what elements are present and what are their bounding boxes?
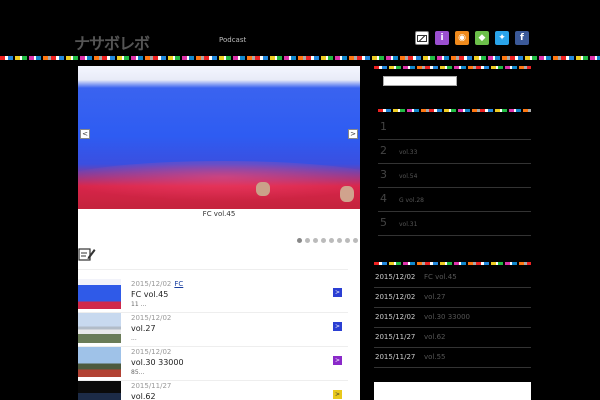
slide-hand-right xyxy=(340,186,354,202)
ranking-item[interactable]: 5 vol.31 xyxy=(378,212,531,236)
sidebar-widget-box xyxy=(374,382,531,400)
slider-next-button[interactable]: > xyxy=(348,129,358,139)
ranking-title[interactable]: vol.54 xyxy=(399,173,417,180)
slider-dot[interactable] xyxy=(329,238,334,243)
pencil-icon xyxy=(78,248,96,261)
rss-icon[interactable]: ◉ xyxy=(455,31,469,45)
site-logo[interactable]: ナサボレボ xyxy=(74,30,150,54)
post-read-more-button[interactable]: > xyxy=(333,390,342,399)
slide-hand-left xyxy=(256,182,270,196)
recent-post-title[interactable]: vol.55 xyxy=(424,353,446,361)
post-date: 2015/12/02 xyxy=(131,348,172,356)
recent-post-title[interactable]: vol.27 xyxy=(424,293,446,301)
post-item[interactable]: 2015/12/02 vol.30 33000 85... > xyxy=(78,347,348,381)
ranking-title[interactable]: vol.33 xyxy=(399,149,417,156)
recent-post-item[interactable]: 2015/12/02 vol.30 33000 xyxy=(374,308,531,328)
post-category-link[interactable]: FC xyxy=(174,280,183,288)
slider-prev-button[interactable]: < xyxy=(80,129,90,139)
recent-stripe xyxy=(374,262,531,265)
post-date: 2015/11/27 xyxy=(131,382,172,390)
ranking-number: 4 xyxy=(380,192,387,205)
ranking-title[interactable]: vol.31 xyxy=(399,221,417,228)
recent-post-item[interactable]: 2015/12/02 FC vol.45 xyxy=(374,268,531,288)
post-read-more-button[interactable]: > xyxy=(333,356,342,365)
post-thumbnail[interactable] xyxy=(78,313,121,343)
slider-dots xyxy=(297,238,358,243)
ranking-item[interactable]: 2 vol.33 xyxy=(378,140,531,164)
ranking-title[interactable]: G vol.28 xyxy=(399,197,424,204)
slide-caption[interactable]: FC vol.45 xyxy=(78,210,360,218)
recent-post-date: 2015/11/27 xyxy=(375,333,416,341)
slide-image-shade xyxy=(78,161,360,201)
recent-post-title[interactable]: vol.30 33000 xyxy=(424,313,470,321)
ranking-number: 1 xyxy=(380,120,387,133)
recent-post-item[interactable]: 2015/12/02 vol.27 xyxy=(374,288,531,308)
recent-post-date: 2015/12/02 xyxy=(375,293,416,301)
slider-dot[interactable] xyxy=(297,238,302,243)
post-thumbnail[interactable] xyxy=(78,279,121,309)
slider-dot[interactable] xyxy=(337,238,342,243)
post-title[interactable]: vol.62 xyxy=(131,392,156,400)
post-date: 2015/12/02 FC xyxy=(131,280,184,288)
post-read-more-button[interactable]: > xyxy=(333,322,342,331)
ranking-item[interactable]: 1 xyxy=(378,116,531,140)
recent-post-title[interactable]: FC vol.45 xyxy=(424,273,457,281)
post-read-more-button[interactable]: > xyxy=(333,288,342,297)
post-excerpt: 85... xyxy=(131,369,145,376)
post-thumbnail[interactable] xyxy=(78,381,121,400)
nav-podcast-link[interactable]: Podcast xyxy=(219,36,246,44)
post-date: 2015/12/02 xyxy=(131,314,172,322)
sidebar-stripe-top xyxy=(374,66,531,69)
post-title[interactable]: FC vol.45 xyxy=(131,290,168,299)
social-links: i ◉ ◆ ✦ f xyxy=(415,31,529,45)
ranking-number: 5 xyxy=(380,216,387,229)
post-excerpt: 11 ... xyxy=(131,301,147,308)
post-item[interactable]: 2015/12/02 vol.27... > xyxy=(78,313,348,347)
ranking-stripe xyxy=(378,109,531,112)
mail-icon[interactable] xyxy=(415,31,429,45)
post-list-divider xyxy=(78,269,348,270)
slider-dot[interactable] xyxy=(353,238,358,243)
recent-post-item[interactable]: 2015/11/27 vol.62 xyxy=(374,328,531,348)
slider-dot[interactable] xyxy=(305,238,310,243)
slider-dot[interactable] xyxy=(313,238,318,243)
recent-post-item[interactable]: 2015/11/27 vol.55 xyxy=(374,348,531,368)
facebook-icon[interactable]: f xyxy=(515,31,529,45)
featured-slider[interactable] xyxy=(78,66,360,218)
post-thumbnail[interactable] xyxy=(78,347,121,377)
recent-post-date: 2015/11/27 xyxy=(375,353,416,361)
slider-dot[interactable] xyxy=(321,238,326,243)
feedly-icon[interactable]: ◆ xyxy=(475,31,489,45)
recent-post-date: 2015/12/02 xyxy=(375,273,416,281)
recent-post-title[interactable]: vol.62 xyxy=(424,333,446,341)
post-excerpt: ... xyxy=(131,335,137,342)
ranking-item[interactable]: 4 G vol.28 xyxy=(378,188,531,212)
ranking-number: 3 xyxy=(380,168,387,181)
info-icon[interactable]: i xyxy=(435,31,449,45)
post-title[interactable]: vol.30 33000 xyxy=(131,358,184,367)
sidebar-search-input[interactable] xyxy=(383,76,457,86)
post-title[interactable]: vol.27 xyxy=(131,324,156,333)
post-item[interactable]: 2015/11/27 vol.62 > xyxy=(78,381,348,400)
post-item[interactable]: 2015/12/02 FC FC vol.45 11 ... > xyxy=(78,279,348,313)
ranking-number: 2 xyxy=(380,144,387,157)
header-divider-stripe xyxy=(0,56,600,60)
ranking-item[interactable]: 3 vol.54 xyxy=(378,164,531,188)
twitter-icon[interactable]: ✦ xyxy=(495,31,509,45)
recent-post-date: 2015/12/02 xyxy=(375,313,416,321)
slider-dot[interactable] xyxy=(345,238,350,243)
